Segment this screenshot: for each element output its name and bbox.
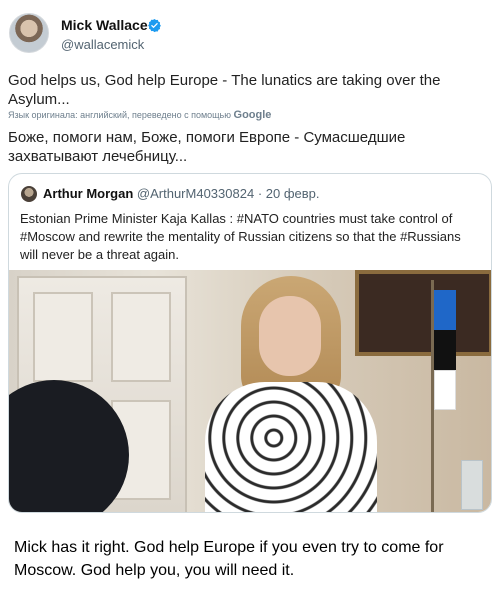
quote-author-handle[interactable]: @ArthurM40330824 (137, 186, 254, 201)
author-name[interactable]: Mick Wallace (61, 17, 148, 33)
photo-person-face (259, 296, 321, 376)
translated-text: Боже, помоги нам, Боже, помоги Европе - … (8, 129, 406, 165)
translation-notice: Язык оригинала: английский, переведено с… (8, 109, 271, 121)
translation-label: Язык оригинала: английский, переведено с… (8, 110, 232, 120)
estonian-flag-white (434, 370, 456, 410)
tweet-text: God helps us, God help Europe - The luna… (8, 72, 441, 108)
estonian-flag-black (434, 330, 456, 370)
quoted-tweet-card[interactable]: Arthur Morgan @ArthurM40330824 · 20 февр… (8, 173, 492, 513)
quote-text: Estonian Prime Minister Kaja Kallas : #N… (20, 211, 461, 262)
quote-header: Arthur Morgan @ArthurM40330824 · 20 февр… (43, 186, 320, 201)
quote-date[interactable]: 20 февр. (266, 186, 320, 201)
estonian-flag-blue (434, 290, 456, 330)
translation-provider[interactable]: Google (234, 109, 272, 121)
caption-text: Mick has it right. God help Europe if yo… (14, 539, 444, 579)
quote-photo[interactable] (9, 270, 491, 512)
verified-badge-icon (148, 18, 161, 33)
quote-separator: · (257, 186, 263, 201)
author-avatar[interactable] (9, 13, 49, 53)
photo-painting (355, 270, 491, 356)
photo-person-blouse (205, 382, 377, 512)
quote-author-name[interactable]: Arthur Morgan (43, 186, 133, 201)
author-handle[interactable]: @wallacemick (61, 37, 144, 52)
quote-author-avatar[interactable] (21, 186, 37, 202)
photo-water-glass (461, 460, 483, 510)
